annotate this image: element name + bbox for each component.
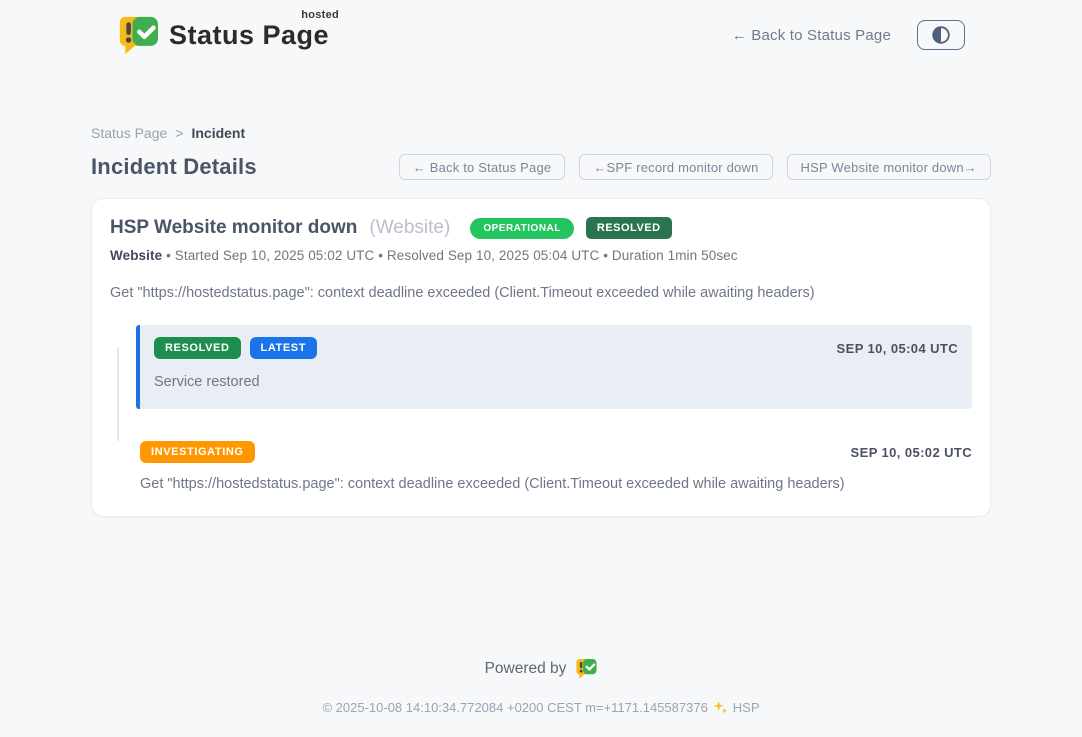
- main-content: Status Page > Incident Incident Details …: [91, 55, 991, 517]
- page-title: Incident Details: [91, 154, 257, 180]
- incident-nav-buttons: ← Back to Status Page ←SPF record monito…: [399, 154, 991, 180]
- incident-card: HSP Website monitor down (Website) OPERA…: [91, 198, 991, 517]
- theme-toggle-button[interactable]: [917, 20, 965, 50]
- powered-by: Powered by: [0, 658, 1082, 679]
- timeline-entry: INVESTIGATING SEP 10, 05:02 UTC Get "htt…: [110, 439, 972, 492]
- timeline-timestamp: SEP 10, 05:04 UTC: [837, 341, 958, 356]
- timeline-rail: [110, 439, 126, 492]
- breadcrumb: Status Page > Incident: [91, 125, 991, 141]
- powered-by-label: Powered by: [485, 660, 567, 678]
- header-nav: ← Back to Status Page: [732, 20, 965, 50]
- timeline-entry-body: INVESTIGATING SEP 10, 05:02 UTC Get "htt…: [136, 439, 972, 492]
- timeline-entry: RESOLVED LATEST SEP 10, 05:04 UTC Servic…: [110, 325, 972, 409]
- incident-description: Get "https://hostedstatus.page": context…: [110, 285, 972, 301]
- title-row: Incident Details ← Back to Status Page ←…: [91, 154, 991, 180]
- incident-meta: Website • Started Sep 10, 2025 05:02 UTC…: [110, 248, 972, 263]
- copyright-brand: HSP: [733, 700, 760, 715]
- incident-meta-details: • Started Sep 10, 2025 05:02 UTC • Resol…: [162, 248, 737, 263]
- contrast-icon: [930, 24, 952, 46]
- back-to-status-page-button[interactable]: ← Back to Status Page: [399, 154, 566, 180]
- brand-logo[interactable]: Status Page hosted: [117, 15, 333, 55]
- prev-incident-button[interactable]: ←SPF record monitor down: [579, 154, 772, 180]
- breadcrumb-current: Incident: [191, 125, 245, 141]
- timeline-timestamp: SEP 10, 05:02 UTC: [851, 445, 972, 460]
- header: Status Page hosted ← Back to Status Page: [0, 0, 1082, 55]
- resolved-state-badge: RESOLVED: [586, 217, 672, 239]
- footer: Powered by © 2025-10-08 14:10:34.772084 …: [0, 658, 1082, 737]
- back-to-status-page-link[interactable]: ← Back to Status Page: [732, 27, 891, 44]
- timeline-message: Service restored: [154, 374, 958, 390]
- breadcrumb-root[interactable]: Status Page: [91, 125, 167, 141]
- incident-title-row: HSP Website monitor down (Website) OPERA…: [110, 217, 972, 239]
- timeline-message: Get "https://hostedstatus.page": context…: [140, 476, 972, 492]
- page: Status Page hosted ← Back to Status Page: [0, 0, 1082, 737]
- brand-logo-icon-small[interactable]: [575, 658, 597, 679]
- next-incident-button[interactable]: HSP Website monitor down→: [787, 154, 991, 180]
- incident-service: Website: [110, 248, 162, 263]
- timeline-resolved-badge: RESOLVED: [154, 337, 241, 359]
- breadcrumb-separator: >: [175, 125, 183, 141]
- brand-name: Status Page hosted: [169, 20, 333, 51]
- incident-component: (Website): [369, 217, 450, 239]
- operational-status-badge: OPERATIONAL: [470, 218, 574, 239]
- copyright-text: © 2025-10-08 14:10:34.772084 +0200 CEST …: [322, 700, 707, 715]
- brand-logo-icon: [117, 15, 159, 55]
- brand-superscript: hosted: [301, 9, 339, 21]
- sparkles-icon: [713, 700, 728, 715]
- timeline-entry-body: RESOLVED LATEST SEP 10, 05:04 UTC Servic…: [136, 325, 972, 409]
- copyright: © 2025-10-08 14:10:34.772084 +0200 CEST …: [0, 700, 1082, 715]
- timeline-latest-badge: LATEST: [250, 337, 318, 359]
- timeline-rail: [110, 325, 126, 409]
- incident-title: HSP Website monitor down: [110, 217, 357, 239]
- timeline-investigating-badge: INVESTIGATING: [140, 441, 255, 463]
- incident-timeline: RESOLVED LATEST SEP 10, 05:04 UTC Servic…: [110, 325, 972, 492]
